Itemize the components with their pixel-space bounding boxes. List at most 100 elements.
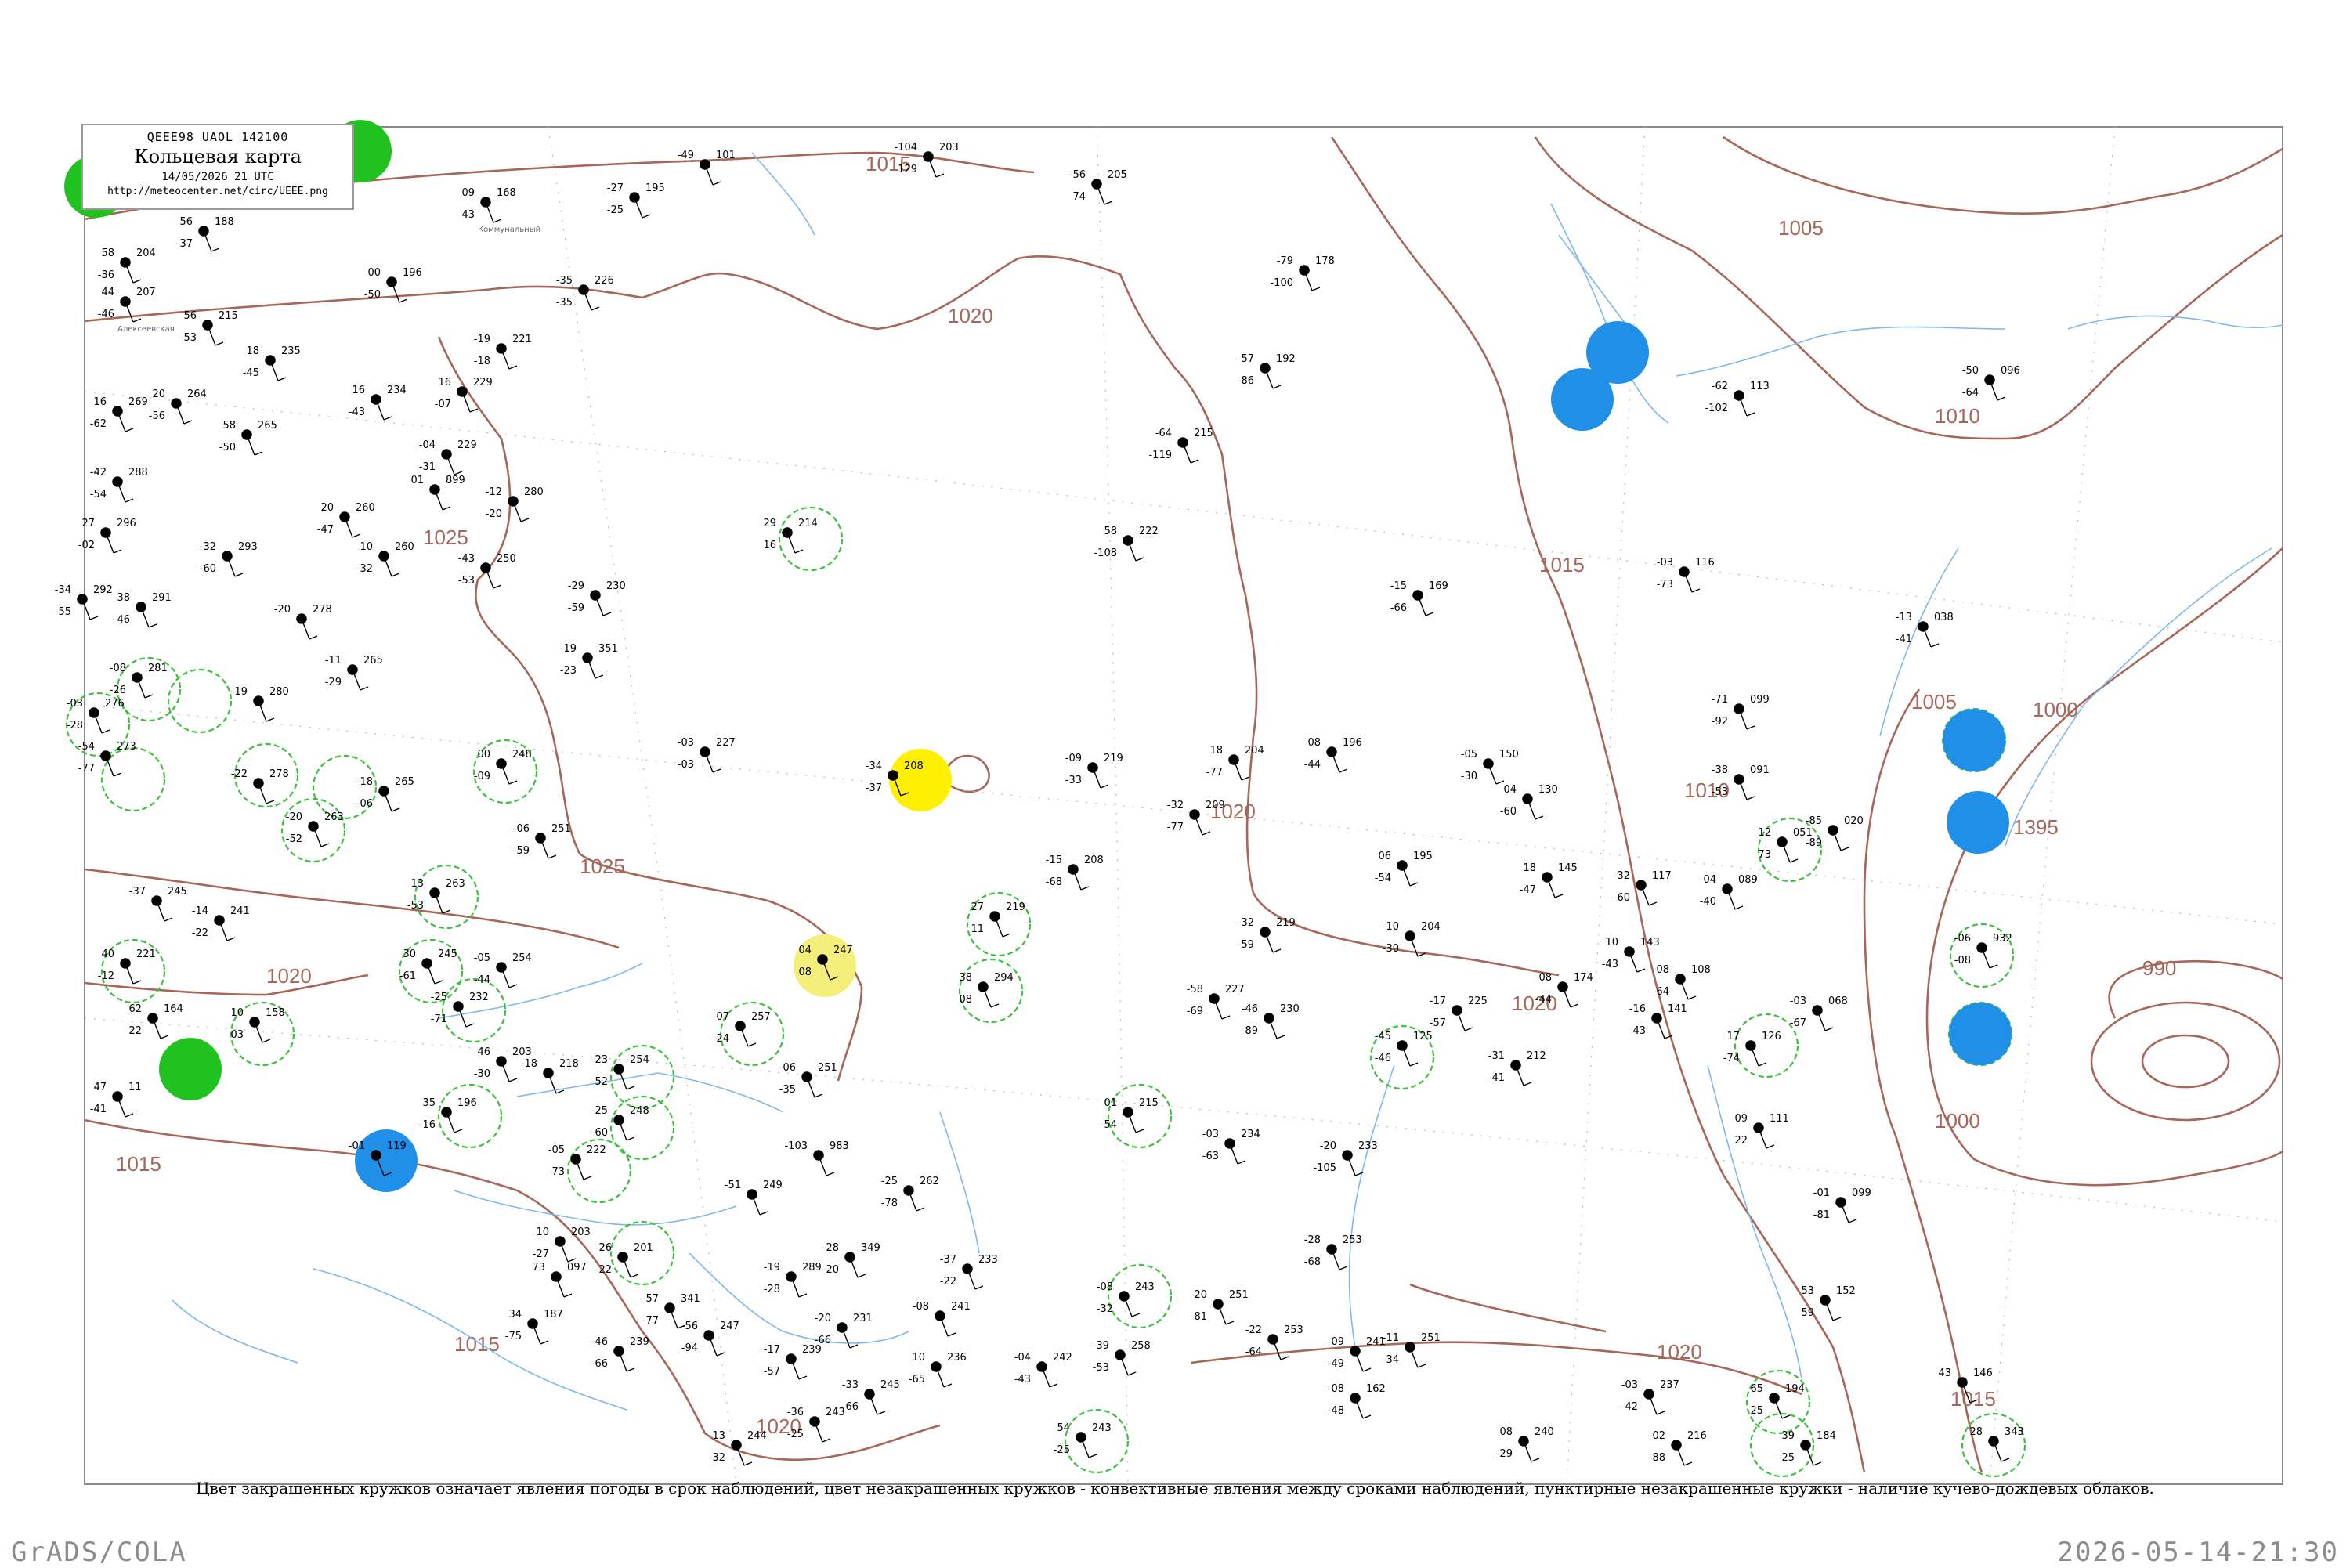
- station-plot[interactable]: -28 -68 253: [1304, 1234, 1362, 1270]
- station-plot[interactable]: 29 16 214: [763, 518, 818, 554]
- station-plot[interactable]: 58 -50 265: [219, 420, 277, 456]
- station-plot[interactable]: 18 -47 145: [1520, 862, 1578, 898]
- station-plot[interactable]: -25 -78 262: [881, 1176, 939, 1212]
- station-plot[interactable]: -06 -08 932: [1954, 933, 2012, 969]
- station-plot[interactable]: -79 -100 178: [1270, 255, 1335, 291]
- station-plot[interactable]: -03 -28 276: [67, 698, 125, 734]
- station-plot[interactable]: -09 -33 219: [1065, 753, 1123, 789]
- station-plot[interactable]: 20 -56 264: [149, 388, 207, 425]
- station-plot[interactable]: 20 -47 260: [317, 502, 375, 538]
- station-plot[interactable]: -28 -20 349: [822, 1242, 880, 1278]
- station-plot[interactable]: -19 -23 351: [560, 643, 618, 679]
- station-plot[interactable]: 38 08 294: [959, 972, 1014, 1008]
- station-plot[interactable]: -23 -52 254: [591, 1054, 649, 1090]
- station-plot[interactable]: 47 -41 11: [90, 1082, 142, 1118]
- station-plot[interactable]: -20 -52 263: [286, 811, 344, 847]
- station-plot[interactable]: 08 -29 240: [1496, 1426, 1554, 1462]
- station-plot[interactable]: 26 -22 201: [595, 1242, 653, 1278]
- station-plot[interactable]: -25 -71 232: [431, 992, 489, 1028]
- station-plot[interactable]: 35 -16 196: [419, 1097, 477, 1133]
- station-plot[interactable]: -33-66245: [842, 1379, 900, 1415]
- station-plot[interactable]: -20 278: [274, 604, 332, 640]
- station-plot[interactable]: 06 -54 195: [1375, 851, 1433, 887]
- station-plot[interactable]: 18 -77 204: [1206, 745, 1264, 781]
- station-plot[interactable]: -05 -30 150: [1461, 749, 1519, 785]
- station-plot[interactable]: 34 -75 187: [505, 1309, 563, 1345]
- station-plot[interactable]: -45 -46 125: [1375, 1031, 1433, 1067]
- station-plot[interactable]: -31 -41 212: [1488, 1050, 1546, 1086]
- station-plot[interactable]: 04 -60 130: [1500, 784, 1558, 820]
- station-plot[interactable]: 10 03 158: [230, 1007, 285, 1043]
- station-plot[interactable]: 44 -46 207 Алексеевская: [98, 287, 175, 334]
- station-plot[interactable]: -17 -57 225: [1430, 995, 1488, 1031]
- station-plot[interactable]: -39 -53 258: [1093, 1340, 1151, 1376]
- station-plot[interactable]: 58 -108 222: [1094, 526, 1159, 562]
- station-plot[interactable]: -43 -53 250: [458, 553, 516, 589]
- station-plot[interactable]: -06 -59 251: [513, 823, 571, 859]
- station-plot[interactable]: -06 -35 251: [779, 1062, 837, 1098]
- station-plot[interactable]: -13 -41 038: [1896, 612, 1954, 648]
- station-plot[interactable]: 65 -25 194: [1747, 1383, 1805, 1419]
- station-plot[interactable]: 62 22 164: [128, 1003, 183, 1039]
- station-plot[interactable]: -02 -88 216: [1649, 1430, 1707, 1466]
- station-plot[interactable]: -05 -44 254: [474, 952, 532, 988]
- station-plot[interactable]: -54 -77 273: [78, 741, 136, 777]
- station-plot[interactable]: -46 -66 239: [591, 1336, 649, 1372]
- station-plot[interactable]: 54 -25 243: [1054, 1422, 1112, 1458]
- station-plot[interactable]: 1273051: [1758, 827, 1813, 863]
- station-plot[interactable]: -04 -40 089: [1700, 874, 1758, 910]
- station-plot[interactable]: -03 -73 116: [1657, 557, 1715, 593]
- station-plot[interactable]: 27 11 219: [971, 901, 1025, 938]
- station-plot[interactable]: -03 -03 227: [678, 737, 736, 773]
- station-plot[interactable]: -49 101: [678, 150, 736, 186]
- station-plot[interactable]: 09 43 168 Коммунальный: [461, 187, 540, 234]
- station-plot[interactable]: -38 -46 291: [114, 592, 172, 628]
- station-plot[interactable]: -103 983: [784, 1140, 849, 1176]
- station-plot[interactable]: 27 -02 296: [78, 518, 136, 554]
- station-plot[interactable]: -25 -60 248: [591, 1105, 649, 1141]
- station-plot[interactable]: -14 -22 241: [192, 905, 250, 941]
- station-plot[interactable]: -01 -81 099: [1813, 1187, 1871, 1223]
- station-plot[interactable]: -37 -22 233: [940, 1254, 998, 1290]
- station-plot[interactable]: 01 899: [410, 475, 465, 511]
- station-plot[interactable]: -11 -34 251: [1383, 1332, 1441, 1368]
- station-plot[interactable]: -04 -43 242: [1014, 1352, 1072, 1388]
- station-plot[interactable]: -12 -20 280: [486, 486, 544, 522]
- station-plot[interactable]: 09 22 111: [1734, 1113, 1789, 1149]
- station-plot[interactable]: 17 -74 126: [1723, 1031, 1781, 1067]
- station-plot[interactable]: 16 -43 234: [349, 385, 407, 421]
- legend-url[interactable]: http://meteocenter.net/circ/UEEE.png: [83, 186, 352, 197]
- station-plot[interactable]: 16 -62 269: [90, 396, 148, 432]
- station-plot[interactable]: -03 -67 068: [1790, 995, 1848, 1031]
- station-plot[interactable]: -19 280: [231, 686, 289, 722]
- station-plot[interactable]: 56 -53 215: [180, 310, 238, 346]
- station-plot[interactable]: 73 097: [532, 1262, 587, 1298]
- station-plot[interactable]: -09-49241: [1328, 1336, 1386, 1372]
- station-plot[interactable]: 10 -32 260: [356, 541, 414, 577]
- station-plot[interactable]: -32 -60 293: [200, 541, 258, 577]
- station-plot[interactable]: 08 -44 174: [1535, 972, 1593, 1008]
- station-plot[interactable]: -42 -54 288: [90, 467, 148, 503]
- station-plot[interactable]: -46 -89 230: [1242, 1003, 1300, 1039]
- station-plot[interactable]: -57 -86 192: [1238, 353, 1296, 389]
- station-plot[interactable]: -19 -18 221: [474, 334, 532, 370]
- station-plot[interactable]: -03 -42 237: [1622, 1379, 1679, 1415]
- station-plot[interactable]: -15 -66 169: [1390, 580, 1448, 616]
- station-plot[interactable]: -37 245: [129, 886, 187, 922]
- station-plot[interactable]: -11 -29 265: [325, 655, 383, 691]
- station-plot[interactable]: -32 -59 219: [1238, 917, 1296, 953]
- station-plot[interactable]: -13 -32 244: [709, 1430, 767, 1466]
- station-plot[interactable]: 53 59 152: [1801, 1285, 1856, 1321]
- station-plot[interactable]: -20 -105 233: [1313, 1140, 1378, 1176]
- station-plot[interactable]: -17 -57 239: [764, 1344, 822, 1380]
- station-plot[interactable]: 58 -36 204: [98, 247, 156, 284]
- station-plot[interactable]: 30 -61 245: [400, 948, 457, 985]
- station-plot[interactable]: -08 -48 162: [1328, 1383, 1386, 1419]
- station-plot[interactable]: -34 -55 292: [55, 584, 113, 620]
- station-plot[interactable]: -27 -25 195: [607, 182, 665, 219]
- station-plot[interactable]: -22 278: [231, 768, 289, 804]
- station-plot[interactable]: 10 -65 236: [909, 1352, 967, 1388]
- station-plot[interactable]: 16 -07 229: [435, 377, 493, 413]
- station-plot[interactable]: -04 -31 229: [419, 439, 477, 475]
- station-plot[interactable]: 18 -45 235: [243, 345, 301, 381]
